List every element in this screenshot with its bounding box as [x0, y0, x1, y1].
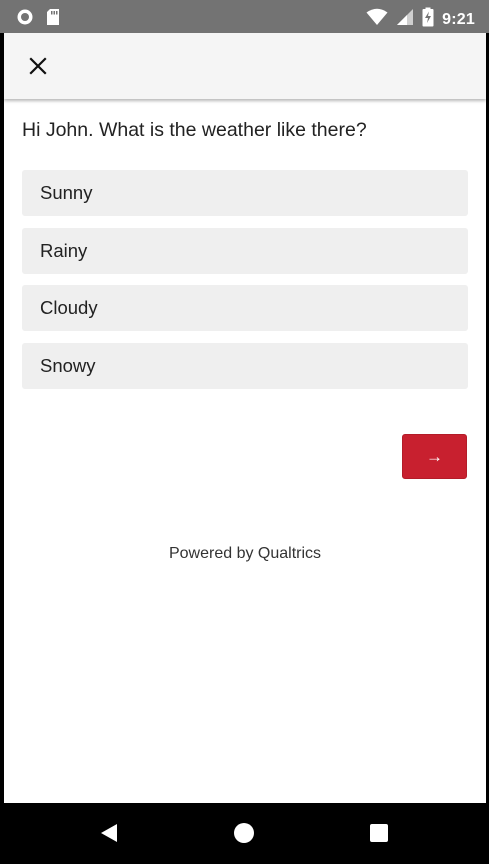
choice-sunny[interactable]: Sunny	[22, 170, 468, 216]
app-screen: Hi John. What is the weather like there?…	[4, 33, 486, 803]
choice-label: Rainy	[40, 239, 88, 261]
choice-label: Sunny	[40, 182, 93, 203]
circle-notification-icon	[16, 8, 34, 31]
status-bar: 9:21	[0, 0, 489, 33]
device-frame: 9:21 Hi John. What is the weather like t…	[0, 0, 489, 864]
battery-charging-icon	[422, 7, 434, 32]
back-icon	[101, 824, 117, 842]
navigation-bar	[0, 803, 489, 864]
status-time: 9:21	[442, 10, 475, 28]
sd-card-icon	[46, 8, 60, 31]
wifi-icon	[366, 8, 388, 31]
home-icon	[234, 823, 254, 843]
choice-label: Snowy	[40, 354, 96, 376]
recents-icon	[370, 824, 388, 842]
close-icon	[29, 57, 47, 75]
choice-label: Cloudy	[40, 297, 98, 318]
choice-list: Sunny Rainy Cloudy Snowy	[22, 170, 468, 400]
recents-button[interactable]	[366, 820, 392, 846]
app-header	[4, 33, 486, 99]
choice-snowy[interactable]: Snowy	[22, 342, 468, 389]
powered-by-footer: Powered by Qualtrics	[168, 545, 322, 562]
question-text: Hi John. What is the weather like there?	[22, 119, 367, 141]
back-button[interactable]	[97, 820, 123, 846]
arrow-right-icon: →	[426, 446, 443, 466]
home-button[interactable]	[231, 820, 257, 846]
next-button[interactable]: →	[402, 434, 467, 479]
signal-icon	[396, 8, 414, 31]
close-button[interactable]	[24, 52, 52, 80]
choice-rainy[interactable]: Rainy	[22, 227, 468, 274]
choice-cloudy[interactable]: Cloudy	[22, 285, 468, 331]
